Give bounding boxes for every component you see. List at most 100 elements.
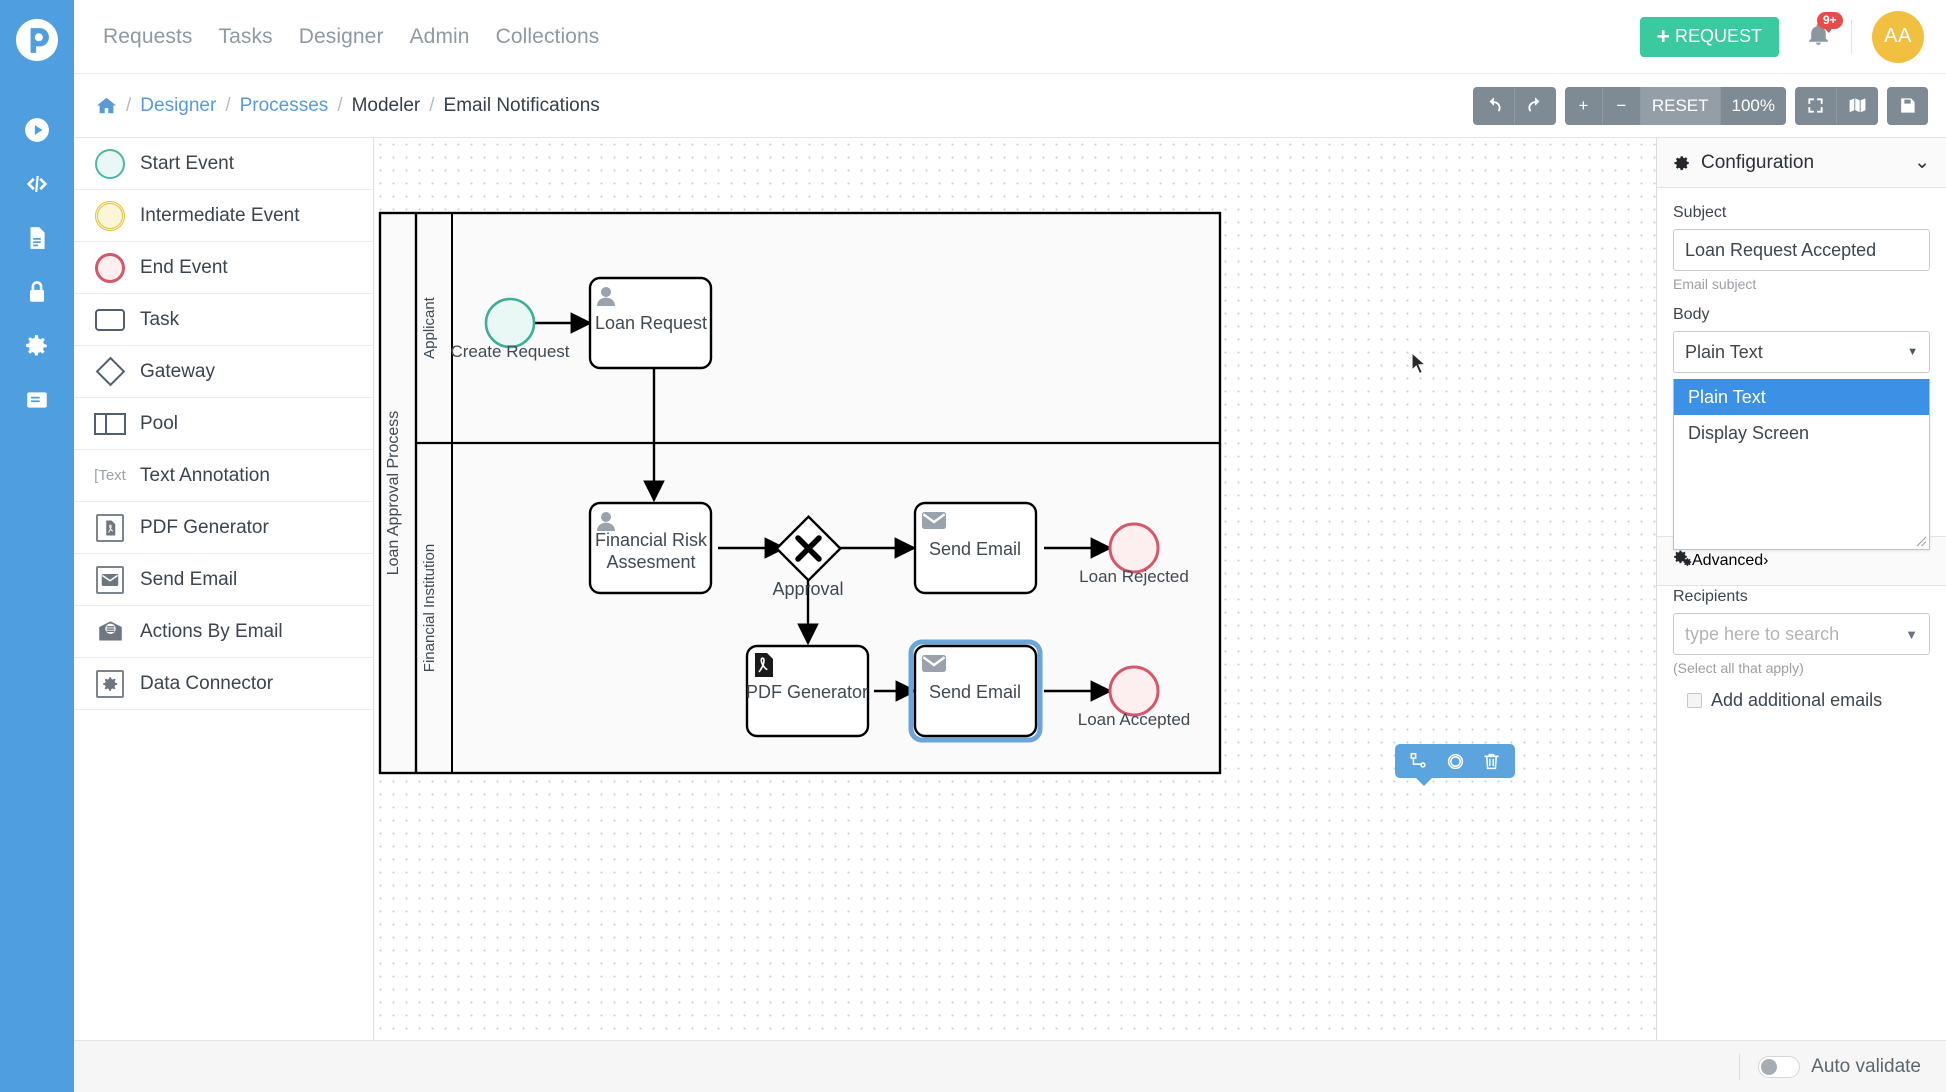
body-type-dropdown-list[interactable]: Plain Text Display Screen bbox=[1673, 379, 1930, 550]
recipients-placeholder: type here to search bbox=[1685, 623, 1840, 644]
nav-item-requests[interactable]: Requests bbox=[90, 25, 206, 49]
dropdown-resize-handle[interactable] bbox=[1913, 533, 1927, 547]
bpmn-canvas[interactable]: Loan Approval Process Applicant Financia… bbox=[374, 138, 1656, 1040]
pool-rectangle-icon bbox=[94, 408, 126, 440]
new-request-button[interactable]: + REQUEST bbox=[1639, 16, 1779, 57]
palette-item-pdf-generator[interactable]: PDF Generator bbox=[74, 502, 373, 554]
node-label-loan-accepted: Loan Accepted bbox=[1078, 710, 1190, 729]
palette-item-pool[interactable]: Pool bbox=[74, 398, 373, 450]
node-label-send-email-accepted: Send Email bbox=[929, 682, 1021, 702]
lane-label-applicant: Applicant bbox=[421, 296, 438, 359]
security-lock-icon[interactable] bbox=[0, 265, 74, 319]
save-button[interactable] bbox=[1887, 86, 1928, 125]
lane-label-financial-institution: Financial Institution bbox=[421, 544, 438, 672]
configuration-panel: Configuration ⌄ Subject Email subject Bo… bbox=[1656, 138, 1946, 1040]
breadcrumb-item-modeler: Modeler bbox=[351, 94, 421, 116]
zoom-in-button[interactable]: + bbox=[1564, 86, 1603, 125]
history-button-group bbox=[1472, 86, 1556, 125]
configuration-panel-header[interactable]: Configuration ⌄ bbox=[1657, 138, 1946, 188]
palette-item-intermediate-event[interactable]: Intermediate Event bbox=[74, 190, 373, 242]
chevron-down-icon: ▼ bbox=[1907, 346, 1918, 358]
node-label-financial-risk-assessment-line2: Assesment bbox=[606, 552, 695, 572]
text-annotation-icon: [Text bbox=[94, 467, 126, 484]
palette-item-send-email[interactable]: Send Email bbox=[74, 554, 373, 606]
chevron-down-icon[interactable]: ⌄ bbox=[1914, 151, 1930, 174]
dropdown-option-display-screen[interactable]: Display Screen bbox=[1674, 415, 1929, 451]
toggle-knob bbox=[1761, 1058, 1778, 1075]
node-label-loan-request: Loan Request bbox=[595, 313, 707, 333]
fit-screen-button[interactable] bbox=[1795, 86, 1837, 125]
intermediate-event-circle-icon bbox=[94, 200, 126, 232]
nav-item-designer[interactable]: Designer bbox=[286, 25, 397, 49]
home-icon[interactable] bbox=[96, 96, 117, 115]
breadcrumb-item-processes[interactable]: Processes bbox=[240, 95, 329, 117]
data-connector-icon bbox=[94, 668, 126, 700]
boundary-event-circle-icon[interactable] bbox=[1437, 744, 1473, 778]
palette-item-task[interactable]: Task bbox=[74, 294, 373, 346]
palette-item-label: Data Connector bbox=[140, 672, 274, 694]
subject-label: Subject bbox=[1673, 204, 1727, 221]
request-button-label: REQUEST bbox=[1674, 26, 1762, 46]
palette-item-start-event[interactable]: Start Event bbox=[74, 138, 373, 190]
mini-map-button[interactable] bbox=[1837, 86, 1878, 125]
notifications-bell-button[interactable]: 9+ bbox=[1806, 11, 1843, 53]
auto-validate-toggle[interactable] bbox=[1758, 1055, 1801, 1078]
palette-item-gateway[interactable]: Gateway bbox=[74, 346, 373, 398]
subject-input[interactable] bbox=[1673, 229, 1930, 271]
palette-item-label: Send Email bbox=[140, 568, 238, 590]
add-additional-emails-row[interactable]: Add additional emails bbox=[1673, 690, 1930, 711]
redo-button[interactable] bbox=[1514, 86, 1556, 125]
top-navigation-bar: Requests Tasks Designer Admin Collection… bbox=[74, 0, 1946, 74]
add-additional-emails-label: Add additional emails bbox=[1711, 690, 1883, 710]
breadcrumb-separator: / bbox=[126, 94, 132, 116]
task-rectangle-icon bbox=[94, 304, 126, 336]
designer-code-icon[interactable] bbox=[0, 157, 74, 211]
palette-item-actions-by-email[interactable]: Actions By Email bbox=[74, 606, 373, 658]
mini-map-icon bbox=[1849, 98, 1866, 113]
subject-help-text: Email subject bbox=[1673, 276, 1757, 292]
element-context-toolbar bbox=[1395, 744, 1515, 786]
delete-trash-icon[interactable] bbox=[1473, 744, 1509, 778]
palette-item-data-connector[interactable]: Data Connector bbox=[74, 658, 373, 710]
palette-item-label: Intermediate Event bbox=[140, 204, 300, 226]
bottom-status-bar: Auto validate bbox=[74, 1040, 1946, 1092]
pdf-generator-icon bbox=[94, 512, 126, 544]
dropdown-option-plain-text[interactable]: Plain Text bbox=[1674, 379, 1929, 415]
palette-item-label: Task bbox=[140, 308, 180, 330]
nav-item-collections[interactable]: Collections bbox=[483, 25, 613, 49]
add-additional-emails-checkbox[interactable] bbox=[1687, 693, 1702, 708]
recipients-search-input[interactable]: type here to search ▼ bbox=[1673, 613, 1930, 655]
send-email-envelope-icon bbox=[94, 564, 126, 596]
zoom-level-display: 100% bbox=[1720, 86, 1786, 125]
palette-item-text-annotation[interactable]: [Text Text Annotation bbox=[74, 450, 373, 502]
sequence-flow-icon[interactable] bbox=[1401, 744, 1437, 778]
nav-divider bbox=[1851, 19, 1852, 54]
body-label: Body bbox=[1673, 306, 1710, 323]
zoom-reset-button[interactable]: RESET bbox=[1640, 86, 1721, 125]
gateway-diamond-icon bbox=[94, 356, 126, 388]
palette-item-end-event[interactable]: End Event bbox=[74, 242, 373, 294]
modeler-toolbar: + − RESET 100% bbox=[1472, 86, 1928, 125]
breadcrumb-item-designer[interactable]: Designer bbox=[140, 95, 216, 117]
chevron-right-icon[interactable]: › bbox=[1763, 552, 1768, 570]
collections-book-icon[interactable] bbox=[0, 373, 74, 427]
nav-item-admin[interactable]: Admin bbox=[397, 25, 483, 49]
breadcrumb: / Designer / Processes / Modeler / Email… bbox=[96, 95, 600, 117]
processmaker-logo-icon[interactable] bbox=[15, 18, 59, 67]
undo-button[interactable] bbox=[1472, 86, 1515, 125]
node-loan-accepted bbox=[1108, 665, 1160, 717]
documents-icon[interactable] bbox=[0, 211, 74, 265]
nav-item-tasks[interactable]: Tasks bbox=[206, 25, 286, 49]
zoom-out-button[interactable]: − bbox=[1602, 86, 1641, 125]
palette-item-label: Actions By Email bbox=[140, 620, 283, 642]
pool-label: Loan Approval Process bbox=[385, 411, 402, 576]
node-label-pdf-generator: PDF Generator bbox=[746, 682, 868, 702]
body-type-select[interactable]: Plain Text ▼ bbox=[1673, 331, 1930, 373]
breadcrumb-separator: / bbox=[225, 94, 231, 116]
settings-gear-icon[interactable] bbox=[0, 319, 74, 373]
send-email-envelope-icon bbox=[922, 512, 946, 529]
fit-screen-icon bbox=[1808, 98, 1823, 113]
user-avatar[interactable]: AA bbox=[1872, 10, 1924, 63]
palette-item-label: End Event bbox=[140, 256, 228, 278]
requests-play-icon[interactable] bbox=[0, 103, 74, 157]
